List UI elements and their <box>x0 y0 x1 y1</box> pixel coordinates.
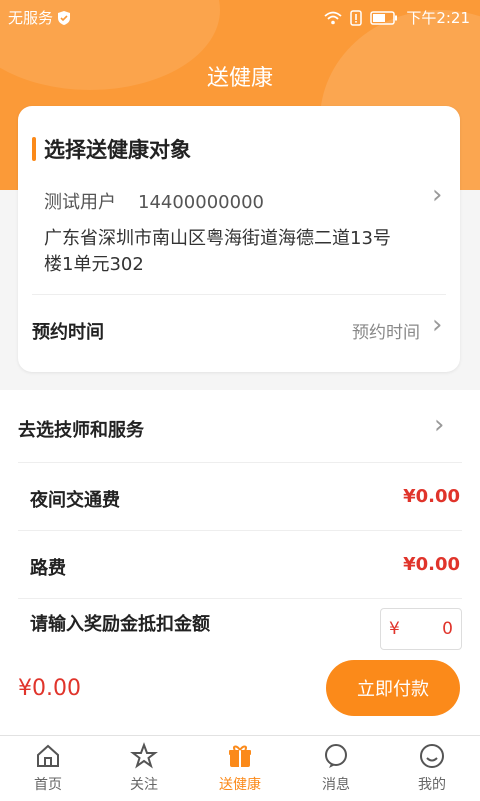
bonus-currency: ¥ <box>389 619 400 639</box>
page-title: 送健康 <box>206 66 273 91</box>
status-time: 下午2:21 <box>406 9 470 27</box>
home-icon <box>37 744 59 767</box>
recipient-address[interactable]: 广东省深圳市南山区粤海街道海德二道13号楼1单元302 <box>44 226 404 278</box>
card-title: 选择送健康对象 <box>32 134 191 164</box>
carrier-text: 无服务 <box>8 9 54 27</box>
select-technician-label: 去选技师和服务 <box>18 420 144 441</box>
status-bar: 无服务 下午2:21 <box>0 0 480 34</box>
recipient-name: 测试用户 <box>44 192 116 213</box>
card-title-text: 选择送健康对象 <box>44 138 191 162</box>
night-fee-value: ¥0.00 <box>403 486 460 507</box>
night-fee-row: 夜间交通费 ¥0.00 <box>0 462 480 530</box>
tab-mine[interactable]: 我的 <box>384 742 480 794</box>
pay-now-button[interactable]: 立即付款 <box>326 660 460 716</box>
recipient-phone: 14400000000 <box>138 192 264 213</box>
appointment-label: 预约时间 <box>32 322 104 343</box>
travel-fee-label: 路费 <box>30 558 66 579</box>
tab-mine-label: 我的 <box>418 777 446 793</box>
night-fee-label: 夜间交通费 <box>30 490 120 511</box>
battery-icon <box>370 10 398 25</box>
bonus-amount: 0 <box>442 619 453 639</box>
tab-send-health[interactable]: 送健康 <box>192 742 288 794</box>
shield-icon <box>58 10 71 25</box>
tab-send-health-label: 送健康 <box>219 777 261 793</box>
message-icon <box>325 744 347 768</box>
wifi-icon <box>324 11 342 24</box>
travel-fee-value: ¥0.00 <box>403 554 460 575</box>
bottom-tab-bar: 首页 关注 送健康 消息 我的 <box>0 735 480 801</box>
recipient-card: 选择送健康对象 测试用户 14400000000 广东省深圳市南山区粤海街道海德二… <box>18 106 460 372</box>
star-icon <box>130 742 158 769</box>
sim-alert-icon <box>350 9 363 26</box>
bonus-label: 请输入奖励金抵扣金额 <box>30 614 210 635</box>
chevron-right-icon[interactable]: › <box>434 410 444 440</box>
recipient-info[interactable]: 测试用户 14400000000 <box>44 188 286 214</box>
profile-icon <box>420 744 444 768</box>
carrier-group: 无服务 <box>8 7 71 28</box>
select-technician-row[interactable]: 去选技师和服务 › <box>0 390 480 462</box>
status-right: 下午2:21 <box>324 7 470 28</box>
card-divider <box>32 294 446 295</box>
chevron-right-icon[interactable]: › <box>432 310 442 340</box>
total-amount: ¥0.00 <box>18 676 81 701</box>
tab-follow-label: 关注 <box>130 777 158 793</box>
tab-messages-label: 消息 <box>322 777 350 793</box>
tab-messages[interactable]: 消息 <box>288 742 384 794</box>
tab-home-label: 首页 <box>34 777 62 793</box>
travel-fee-row: 路费 ¥0.00 <box>0 530 480 598</box>
tab-home[interactable]: 首页 <box>0 742 96 794</box>
gift-icon <box>229 745 251 767</box>
title-accent-bar <box>32 137 36 161</box>
tab-follow[interactable]: 关注 <box>96 742 192 794</box>
chevron-right-icon[interactable]: › <box>432 180 442 210</box>
appointment-picker[interactable]: 预约时间 <box>352 318 420 343</box>
bonus-input[interactable]: ¥ 0 <box>380 608 462 650</box>
